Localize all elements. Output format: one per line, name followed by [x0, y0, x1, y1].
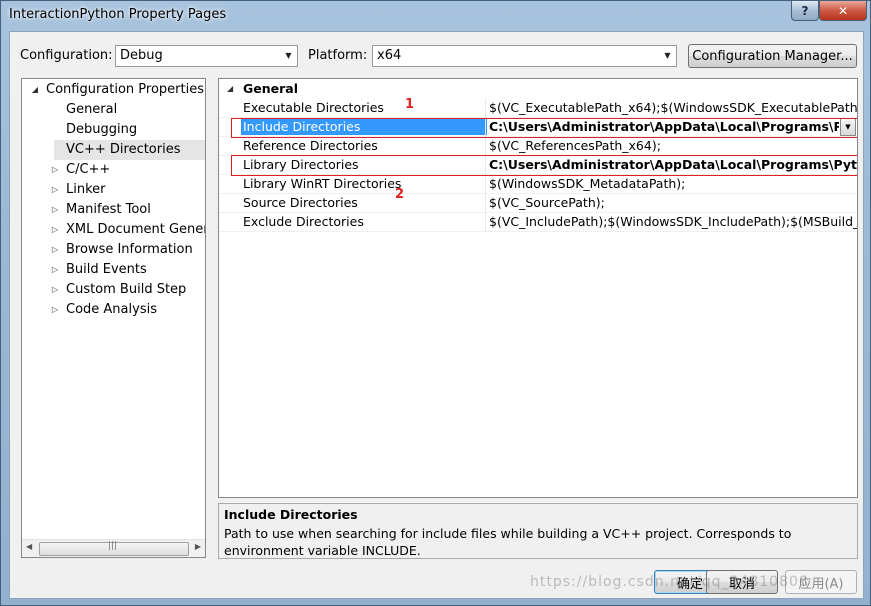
configuration-select[interactable]: Debug ▼	[115, 45, 298, 67]
grid-row-executable-directories[interactable]: Executable Directories $(VC_ExecutablePa…	[219, 98, 857, 118]
description-title: Include Directories	[224, 507, 358, 522]
triangle-right-icon: ▷	[51, 285, 59, 294]
watermark: https://blog.csdn.net/qq_34810808	[530, 574, 809, 590]
tree-item-label: Manifest Tool	[66, 202, 151, 217]
configuration-label: Configuration:	[20, 48, 113, 63]
scrollbar-thumb[interactable]: |||	[39, 541, 189, 556]
tree-item-label: Linker	[66, 182, 106, 197]
platform-select[interactable]: x64 ▼	[372, 45, 677, 67]
close-icon: ✕	[837, 3, 849, 18]
property-name: Reference Directories	[243, 138, 378, 153]
category-label: General	[243, 81, 298, 96]
tree-item-label: C/C++	[66, 162, 111, 177]
property-value: $(VC_ExecutablePath_x64);$(WindowsSDK_Ex…	[489, 100, 857, 115]
triangle-right-icon: ▷	[51, 225, 59, 234]
tree-item-label: Build Events	[66, 262, 147, 277]
grid-row-library-winrt-directories[interactable]: Library WinRT Directories $(WindowsSDK_M…	[219, 174, 857, 194]
title-bar[interactable]: InteractionPython Property Pages ? ✕	[1, 1, 870, 31]
platform-label: Platform:	[308, 48, 368, 63]
configuration-value: Debug	[120, 48, 163, 63]
description-text: Path to use when searching for include f…	[224, 526, 792, 558]
chevron-down-icon: ▼	[664, 51, 671, 60]
grip-icon: |||	[108, 541, 118, 551]
triangle-right-icon: ▷	[51, 245, 59, 254]
tree-item-label: Browse Information	[66, 242, 193, 257]
tree-item-general[interactable]: General	[66, 100, 117, 120]
configuration-manager-button[interactable]: Configuration Manager...	[688, 44, 857, 68]
tree-item-label: Custom Build Step	[66, 282, 187, 297]
property-name: Exclude Directories	[243, 214, 364, 229]
property-value: $(VC_ReferencesPath_x64);	[489, 138, 661, 153]
triangle-right-icon: ▷	[51, 305, 59, 314]
tree-item-vc-directories[interactable]: VC++ Directories	[54, 140, 205, 160]
property-pages-window: InteractionPython Property Pages ? ✕ Con…	[0, 0, 871, 606]
property-name: Library WinRT Directories	[243, 176, 402, 191]
property-grid: ◢ General Executable Directories $(VC_Ex…	[218, 78, 858, 498]
close-button[interactable]: ✕	[819, 1, 867, 21]
help-button[interactable]: ?	[791, 1, 819, 21]
triangle-right-icon: ▷	[51, 205, 59, 214]
scroll-left-icon[interactable]: ◀	[26, 542, 32, 551]
highlight-box-include	[231, 118, 857, 138]
property-value: $(VC_IncludePath);$(WindowsSDK_IncludePa…	[489, 214, 857, 229]
category-row-general[interactable]: ◢ General	[219, 79, 857, 98]
annotation-number: 2	[395, 187, 405, 202]
property-name: Executable Directories	[243, 100, 384, 115]
annotation-number: 1	[405, 97, 415, 112]
highlight-box-library	[231, 155, 857, 176]
property-value: $(VC_SourcePath);	[489, 195, 605, 210]
tree-item-debugging[interactable]: Debugging	[66, 120, 137, 140]
triangle-right-icon: ▷	[51, 165, 59, 174]
dialog-body: Configuration: Debug ▼ Platform: x64 ▼ C…	[9, 31, 864, 599]
grid-row-exclude-directories[interactable]: Exclude Directories $(VC_IncludePath);$(…	[219, 212, 857, 232]
property-tree: ◢ Configuration Properties General Debug…	[21, 78, 206, 558]
triangle-right-icon: ▷	[51, 185, 59, 194]
window-title: InteractionPython Property Pages	[9, 7, 227, 22]
triangle-down-icon: ◢	[227, 84, 234, 93]
tree-item-label: XML Document Generat	[66, 222, 205, 237]
tree-horizontal-scrollbar[interactable]: ◀ ||| ▶	[22, 539, 205, 557]
property-name: Source Directories	[243, 195, 358, 210]
platform-value: x64	[377, 48, 402, 63]
triangle-down-icon: ◢	[31, 85, 39, 94]
triangle-right-icon: ▷	[51, 265, 59, 274]
chevron-down-icon: ▼	[285, 51, 292, 60]
tree-root-label: Configuration Properties	[46, 82, 204, 97]
grid-row-source-directories[interactable]: Source Directories $(VC_SourcePath);	[219, 193, 857, 213]
property-value: $(WindowsSDK_MetadataPath);	[489, 176, 686, 191]
question-icon: ?	[801, 3, 809, 18]
description-panel: Include Directories Path to use when sea…	[218, 503, 858, 559]
scroll-right-icon[interactable]: ▶	[195, 542, 201, 551]
grid-row-reference-directories[interactable]: Reference Directories $(VC_ReferencesPat…	[219, 136, 857, 156]
tree-item-label: Code Analysis	[66, 302, 157, 317]
